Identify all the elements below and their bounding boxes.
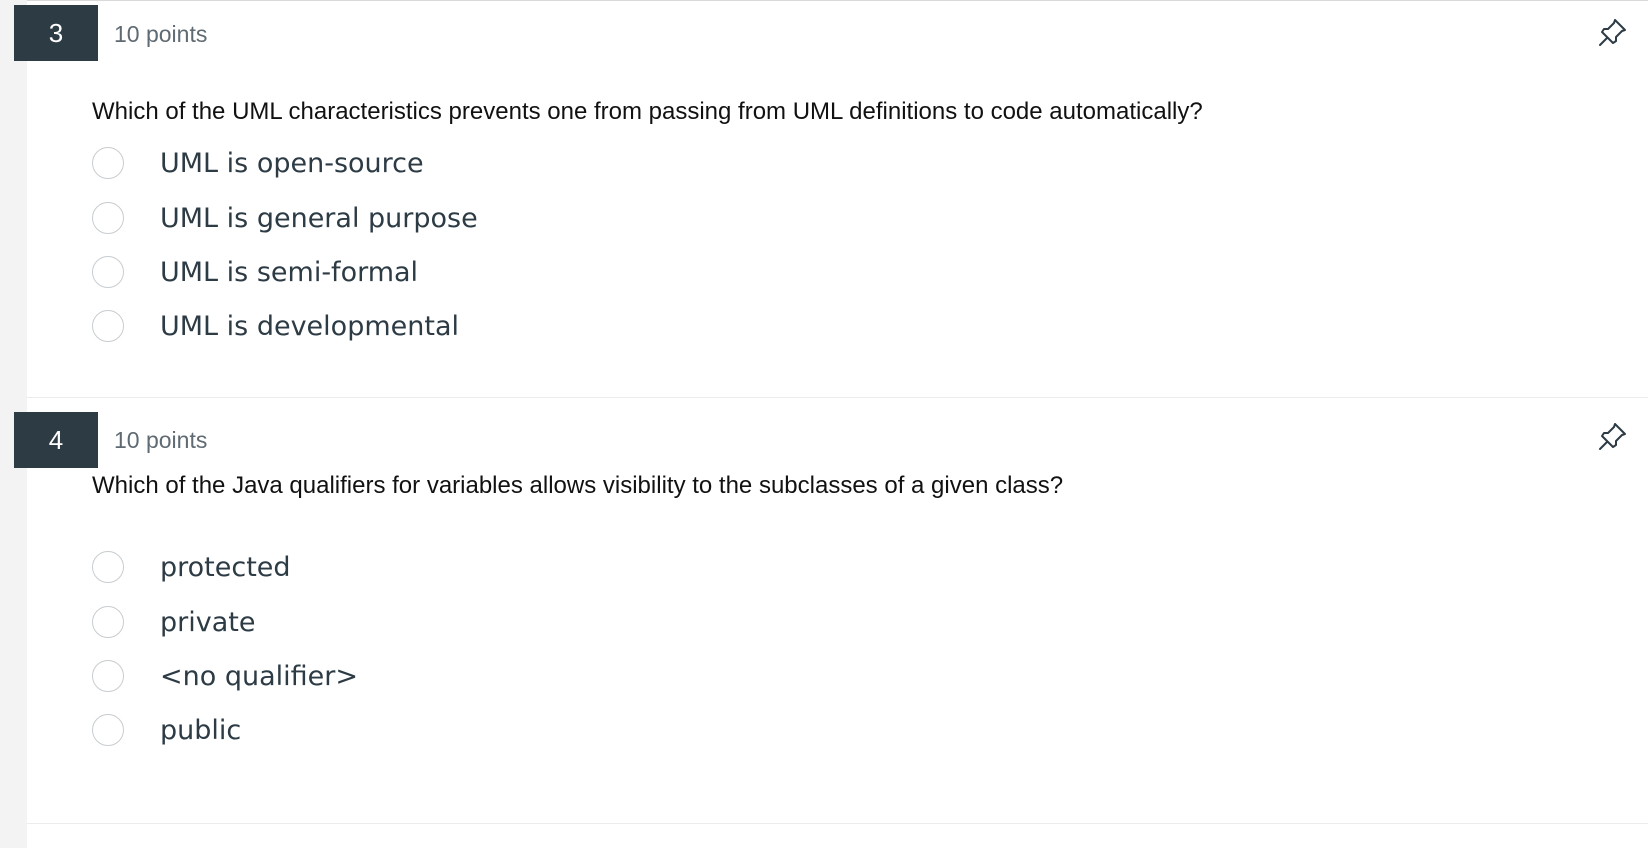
radio-button[interactable]	[92, 551, 124, 583]
answer-label: UML is semi-formal	[160, 256, 419, 288]
question-points: 10 points	[114, 427, 208, 453]
answer-option[interactable]: UML is general purpose	[92, 198, 992, 238]
radio-button[interactable]	[92, 714, 124, 746]
pin-icon[interactable]	[1597, 16, 1629, 48]
question-4: 4 10 points Which of the Java qualifiers…	[14, 398, 1648, 823]
question-text: Which of the Java qualifiers for variabl…	[92, 472, 1064, 499]
question-number: 3	[14, 5, 98, 61]
answer-option[interactable]: protected	[92, 547, 992, 587]
radio-button[interactable]	[92, 147, 124, 179]
answer-option[interactable]: UML is open-source	[92, 143, 992, 183]
answer-option[interactable]: UML is developmental	[92, 306, 992, 346]
next-question-area	[27, 824, 1648, 848]
answer-label: public	[160, 714, 242, 746]
answer-option[interactable]: private	[92, 602, 992, 642]
radio-button[interactable]	[92, 660, 124, 692]
answer-option[interactable]: public	[92, 710, 992, 750]
answer-label: private	[160, 606, 256, 638]
answer-option[interactable]: <no qualifier>	[92, 656, 992, 696]
answer-label: UML is open-source	[160, 147, 424, 179]
radio-button[interactable]	[92, 256, 124, 288]
pin-icon-graphic	[1599, 423, 1626, 450]
pin-icon[interactable]	[1597, 420, 1629, 452]
question-number: 4	[14, 412, 98, 468]
pin-icon-graphic	[1599, 19, 1626, 46]
answer-label: UML is developmental	[160, 310, 459, 342]
answer-option[interactable]: UML is semi-formal	[92, 252, 992, 292]
question-points: 10 points	[114, 21, 208, 47]
question-text: Which of the UML characteristics prevent…	[92, 98, 1203, 125]
radio-button[interactable]	[92, 202, 124, 234]
answer-label: UML is general purpose	[160, 202, 478, 234]
radio-button[interactable]	[92, 310, 124, 342]
answer-label: <no qualifier>	[160, 660, 358, 692]
radio-button[interactable]	[92, 606, 124, 638]
answer-label: protected	[160, 551, 291, 583]
question-3: 3 10 points Which of the UML characteris…	[14, 1, 1648, 397]
